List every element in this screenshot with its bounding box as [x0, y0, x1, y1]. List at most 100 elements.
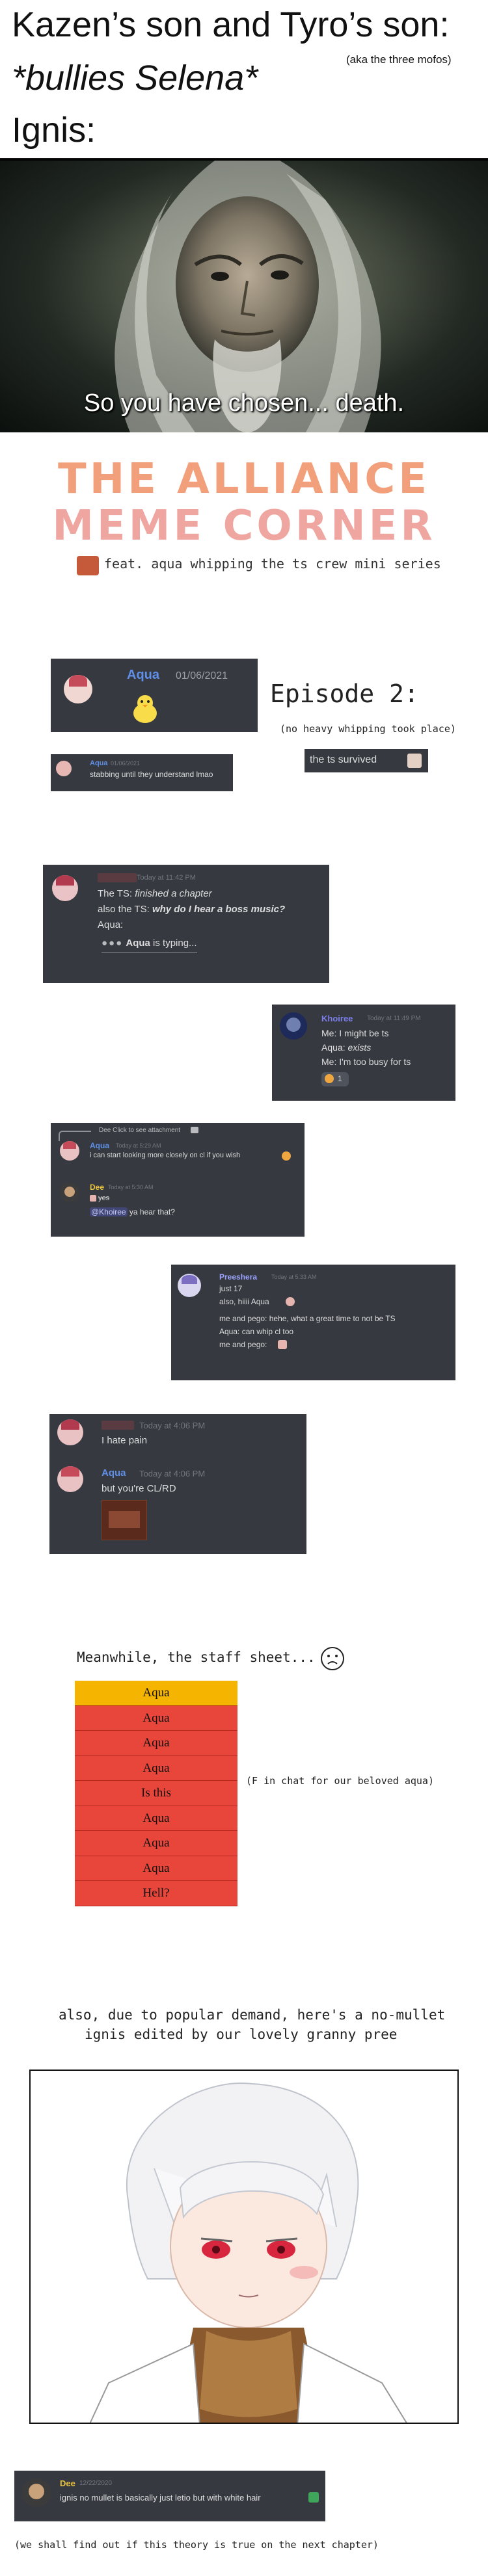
line-emphasis: finished a chapter	[135, 888, 212, 899]
message-time: Today at 4:06 PM	[139, 1421, 206, 1430]
chat-cl-look: Dee Click to see attachment Aqua Today a…	[51, 1123, 305, 1237]
aqua-name: Aqua	[102, 1467, 126, 1479]
dee-time: Today at 5:30 AM	[108, 1184, 154, 1190]
message-text: I hate pain	[102, 1435, 148, 1446]
meme-line-3: Ignis:	[12, 111, 96, 150]
message-line-1: just 17	[219, 1284, 243, 1293]
typing-dots-icon: ●●●	[102, 938, 124, 949]
redacted-name	[102, 1421, 134, 1430]
line-emphasis: why do I hear a boss music?	[152, 904, 286, 915]
chat-dee-mullet: Dee 12/22/2020 ignis no mullet is basica…	[14, 2471, 325, 2521]
message-line-1: Me: I might be ts	[321, 1028, 389, 1038]
reply-line	[59, 1131, 91, 1141]
ignis-no-mullet-illustration	[29, 2070, 459, 2424]
staff-sheet-row: Aqua	[75, 1806, 237, 1831]
stab-text: stabbing until they understand lmao	[90, 770, 213, 779]
reaction-count: 1	[338, 1074, 342, 1083]
staff-heading: Meanwhile, the staff sheet...	[77, 1649, 316, 1665]
title-line-1: THE ALLIANCE	[58, 455, 430, 503]
aqua-time: Today at 5:29 AM	[116, 1142, 161, 1149]
dee-yes: yes	[90, 1194, 109, 1202]
chat-preeshera: Preeshera Today at 5:33 AM just 17 also,…	[171, 1265, 455, 1380]
reaction-chip[interactable]: 1	[321, 1072, 349, 1086]
khoiree-avatar	[280, 1012, 307, 1040]
dee-avatar	[60, 1183, 79, 1202]
staff-sheet-row: Aqua	[75, 1831, 237, 1856]
chat-boss-music: Today at 11:42 PM The TS: finished a cha…	[43, 865, 329, 983]
emoji-icon	[308, 2492, 319, 2503]
message-line-3: me and pego: hehe, what a great time to …	[219, 1314, 396, 1323]
whip-emoji-icon	[278, 1340, 287, 1349]
mention[interactable]: @Khoiree	[90, 1207, 128, 1216]
whip-avatar-icon	[77, 556, 99, 575]
episode-title: Episode 2:	[270, 679, 419, 708]
khoiree-name: Khoiree	[321, 1014, 353, 1023]
whip-emoji-icon	[90, 1195, 96, 1202]
yes-text: yes	[98, 1194, 110, 1202]
typing-name: Aqua	[126, 938, 150, 949]
message-line-3: Aqua:	[98, 919, 124, 930]
message-time: Today at 4:06 PM	[139, 1469, 206, 1479]
staff-sheet-row: Aqua	[75, 1681, 237, 1706]
meme-subtitle: So you have chosen... death.	[83, 389, 405, 417]
aqua-name: Aqua	[90, 1141, 109, 1150]
staff-sheet-row: Aqua	[75, 1705, 237, 1731]
dee-mention-line: @Khoiree ya hear that?	[90, 1207, 175, 1216]
redacted-name	[98, 873, 137, 882]
dee-name: Dee	[60, 2478, 75, 2488]
aqua-text: i can start looking more closely on cl i…	[90, 1151, 241, 1159]
meme-aka: (aka the three mofos)	[346, 53, 452, 66]
aqua-avatar	[60, 1141, 79, 1161]
user-avatar	[57, 1419, 83, 1445]
staff-sheet-row: Aqua	[75, 1731, 237, 1756]
aqua-name: Aqua	[90, 759, 108, 767]
aqua-avatar	[64, 675, 92, 703]
whip-emoji-icon	[407, 754, 422, 768]
nomullet-line-2: ignis edited by our lovely granny pree	[85, 2027, 398, 2042]
meme-line-2: *bullies Selena*	[12, 59, 258, 98]
message-text: ignis no mullet is basically just letio …	[60, 2493, 261, 2503]
aqua-profile-card: Aqua 01/06/2021	[51, 659, 258, 732]
aqua-avatar	[56, 761, 72, 776]
line-prefix: The TS:	[98, 888, 135, 899]
message-time: 12/22/2020	[79, 2480, 113, 2487]
anime-character-drawing	[89, 2083, 407, 2423]
meme-line-1: Kazen’s son and Tyro’s son:	[12, 5, 450, 44]
image-attachment-icon	[191, 1127, 198, 1133]
staff-sheet: Aqua Aqua Aqua Aqua Is this Aqua Aqua Aqua Hell?	[75, 1681, 237, 1906]
message-line-3: Me: I'm too busy for ts	[321, 1057, 411, 1067]
emoji-icon	[282, 1151, 291, 1161]
line-prefix: also the TS:	[98, 904, 152, 915]
message-line-1: The TS: finished a chapter	[98, 888, 212, 899]
staff-note: (F in chat for our beloved aqua)	[246, 1775, 434, 1787]
top-meme: Kazen’s son and Tyro’s son: (aka the thr…	[0, 0, 488, 432]
footer-note: (we shall find out if this theory is tru…	[14, 2539, 379, 2551]
message-line-2: also the TS: why do I hear a boss music?	[98, 904, 285, 915]
dee-avatar	[22, 2478, 51, 2507]
ts-survived-message: the ts survived	[305, 749, 428, 772]
ts-survived-text: the ts survived	[310, 754, 377, 765]
message-line-4: Aqua: can whip cl too	[219, 1327, 294, 1336]
duck-icon	[133, 695, 157, 723]
message-time: Today at 5:33 AM	[271, 1274, 317, 1280]
aqua-date: 01/06/2021	[176, 670, 228, 681]
staff-sheet-row: Aqua	[75, 1856, 237, 1881]
aqua-emoji-icon	[286, 1297, 295, 1306]
message-time: Today at 11:49 PM	[367, 1015, 421, 1022]
staff-sheet-row: Aqua	[75, 1755, 237, 1781]
title-line-2: MEME CORNER	[52, 502, 436, 550]
preeshera-name: Preeshera	[219, 1272, 258, 1281]
dee-name: Dee	[90, 1183, 105, 1192]
staff-sheet-row: Is this	[75, 1781, 237, 1806]
line-emphasis: exists	[347, 1042, 372, 1053]
nomullet-line-1: also, due to popular demand, here's a no…	[59, 2007, 446, 2023]
typing-rest: is typing...	[150, 938, 197, 949]
aqua-avatar	[57, 1466, 83, 1492]
message-line-2: also, hiiii Aqua	[219, 1297, 269, 1306]
user-avatar	[52, 875, 78, 901]
typing-indicator: ●●● Aqua is typing...	[102, 938, 197, 953]
episode-note: (no heavy whipping took place)	[280, 723, 456, 735]
gif-attachment[interactable]	[102, 1500, 147, 1540]
aqua-stab-message: Aqua 01/06/2021 stabbing until they unde…	[51, 754, 233, 791]
title-feat: feat. aqua whipping the ts crew mini ser…	[104, 556, 441, 572]
